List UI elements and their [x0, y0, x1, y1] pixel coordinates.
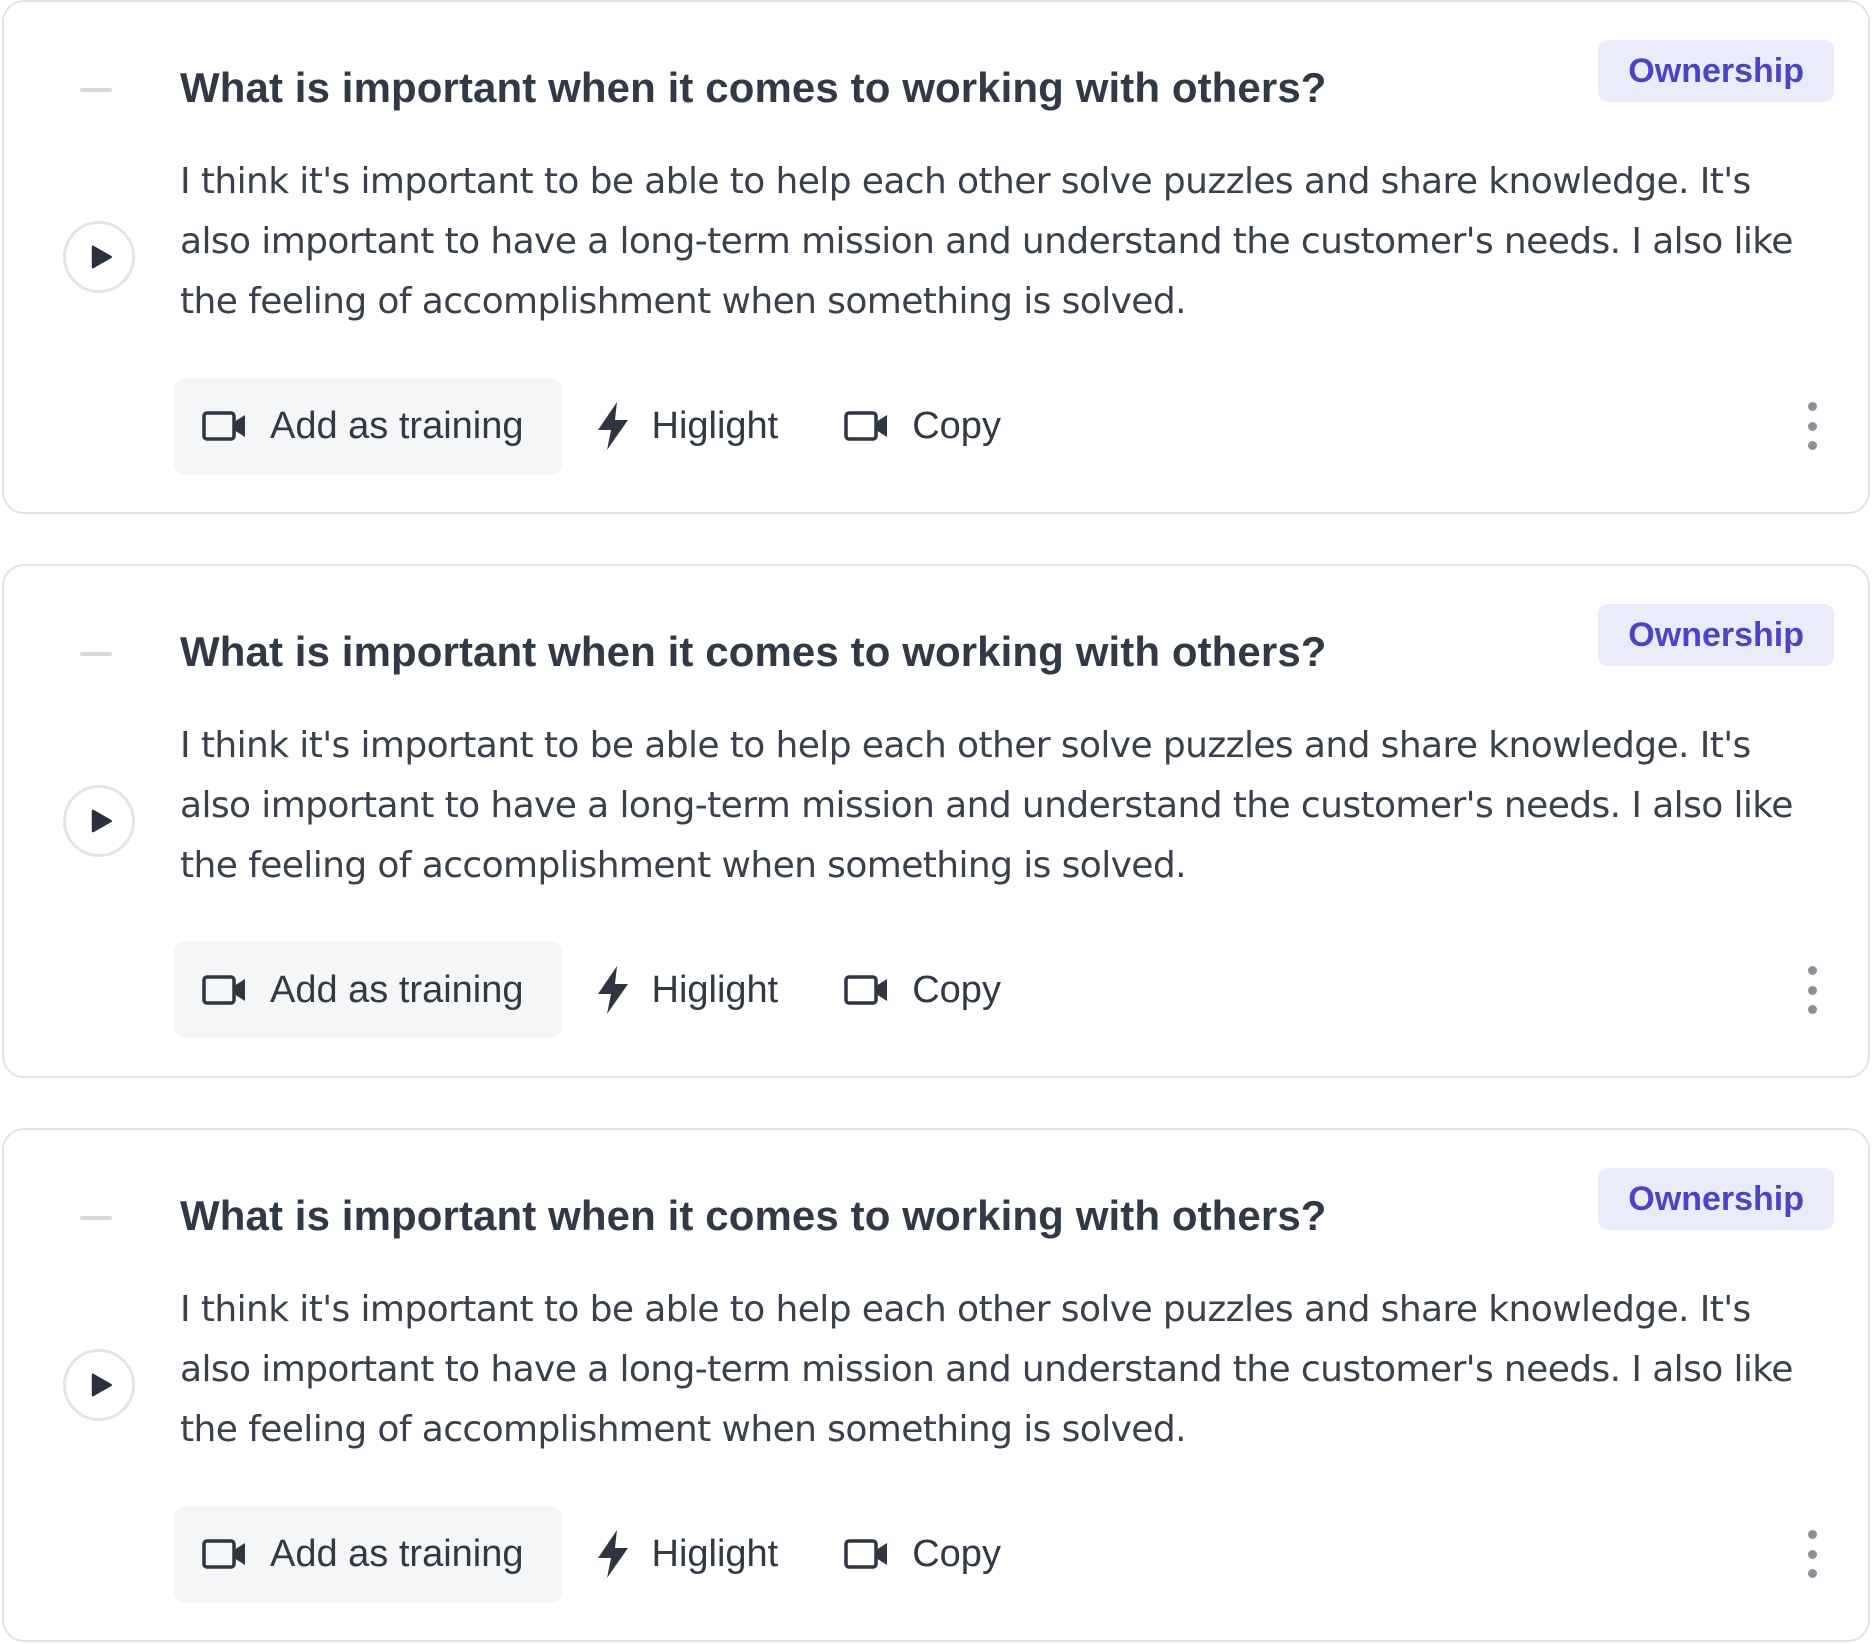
video-camera-icon — [844, 1538, 890, 1570]
collapse-dash-icon[interactable] — [80, 652, 112, 656]
highlight-label: Higlight — [651, 404, 779, 447]
answer-text: I think it's important to be able to hel… — [180, 1289, 1793, 1450]
play-button[interactable] — [63, 785, 135, 857]
dot — [1807, 985, 1817, 995]
copy-button[interactable]: Copy — [844, 1506, 1001, 1602]
copy-button[interactable]: Copy — [844, 378, 1001, 474]
add-as-training-button[interactable]: Add as training — [174, 1506, 562, 1602]
highlight-button[interactable]: Higlight — [596, 1506, 779, 1602]
category-tag[interactable]: Ownership — [1598, 604, 1834, 666]
more-vertical-icon[interactable] — [1804, 402, 1820, 450]
collapse-dash-icon[interactable] — [80, 1216, 112, 1220]
add-as-training-button[interactable]: Add as training — [174, 942, 562, 1038]
category-tag[interactable]: Ownership — [1598, 40, 1834, 102]
highlight-label: Higlight — [651, 1532, 779, 1575]
more-vertical-icon[interactable] — [1804, 966, 1820, 1014]
play-icon — [91, 1373, 113, 1397]
dot — [1807, 1530, 1817, 1539]
category-tag[interactable]: Ownership — [1598, 1168, 1834, 1230]
dot — [1807, 1005, 1817, 1014]
collapse-dash-icon[interactable] — [80, 88, 112, 92]
copy-label: Copy — [912, 404, 1001, 447]
action-bar: Add as training Higlight Copy — [174, 942, 1001, 1038]
highlight-button[interactable]: Higlight — [596, 942, 779, 1038]
add-as-training-label: Add as training — [270, 404, 524, 447]
add-as-training-label: Add as training — [270, 1532, 524, 1575]
lightning-icon — [596, 401, 630, 451]
dot — [1807, 402, 1817, 411]
play-icon — [91, 245, 113, 269]
add-as-training-button[interactable]: Add as training — [174, 378, 562, 474]
action-bar: Add as training Higlight Copy — [174, 1506, 1001, 1602]
play-icon — [91, 809, 113, 833]
copy-button[interactable]: Copy — [844, 942, 1001, 1038]
video-camera-icon — [202, 410, 248, 442]
lightning-icon — [596, 965, 630, 1015]
dot — [1807, 1569, 1817, 1578]
lightning-icon — [596, 1529, 630, 1579]
answer-card: What is important when it comes to worki… — [2, 0, 1870, 514]
copy-label: Copy — [912, 1532, 1001, 1575]
video-camera-icon — [844, 410, 890, 442]
video-camera-icon — [844, 974, 890, 1006]
video-camera-icon — [202, 974, 248, 1006]
video-camera-icon — [202, 1538, 248, 1570]
answer-card: What is important when it comes to worki… — [2, 564, 1870, 1078]
question-title: What is important when it comes to worki… — [180, 628, 1327, 675]
highlight-button[interactable]: Higlight — [596, 378, 779, 474]
highlight-label: Higlight — [651, 968, 779, 1011]
question-title: What is important when it comes to worki… — [180, 1192, 1327, 1239]
dot — [1807, 1549, 1817, 1559]
dot — [1807, 966, 1817, 975]
copy-label: Copy — [912, 968, 1001, 1011]
answer-card: What is important when it comes to worki… — [2, 1128, 1870, 1642]
dot — [1807, 421, 1817, 431]
answer-text: I think it's important to be able to hel… — [180, 725, 1793, 886]
action-bar: Add as training Higlight Copy — [174, 378, 1001, 474]
more-vertical-icon[interactable] — [1804, 1530, 1820, 1578]
answer-card-list: What is important when it comes to worki… — [0, 0, 1872, 1644]
play-button[interactable] — [63, 1349, 135, 1421]
answer-text: I think it's important to be able to hel… — [180, 161, 1793, 322]
add-as-training-label: Add as training — [270, 968, 524, 1011]
dot — [1807, 441, 1817, 450]
play-button[interactable] — [63, 221, 135, 293]
question-title: What is important when it comes to worki… — [180, 64, 1327, 111]
